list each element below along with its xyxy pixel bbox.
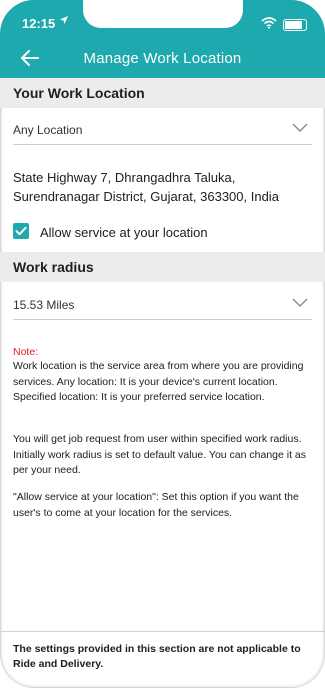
footer-note: The settings provided in this section ar… bbox=[13, 643, 301, 670]
allow-service-checkbox[interactable] bbox=[13, 223, 29, 239]
phone-frame: 12:15 Manage Work Location Your Work Loc… bbox=[0, 0, 325, 688]
section-title: Your Work Location bbox=[13, 85, 145, 101]
allow-service-label: Allow service at your location bbox=[40, 225, 208, 240]
note-paragraph: Work location is the service area from w… bbox=[13, 360, 304, 403]
radius-select-value: 15.53 Miles bbox=[13, 298, 75, 312]
section-header-work-radius: Work radius bbox=[0, 252, 325, 282]
battery-icon bbox=[283, 19, 307, 31]
section-title: Work radius bbox=[13, 259, 94, 275]
phone-notch bbox=[83, 0, 243, 28]
location-arrow-icon bbox=[59, 15, 69, 28]
note-paragraph: You will get job request from user withi… bbox=[13, 433, 307, 476]
address-line: State Highway 7, Dhrangadhra Taluka, bbox=[13, 170, 236, 185]
status-icons bbox=[261, 16, 307, 34]
checkmark-icon bbox=[15, 226, 27, 236]
note-title: Note: bbox=[13, 346, 39, 358]
section-header-work-location: Your Work Location bbox=[0, 78, 325, 108]
address-line: Surendranagar District, Gujarat, 363300,… bbox=[13, 189, 279, 204]
app-header: Manage Work Location bbox=[0, 38, 325, 80]
note-paragraph: "Allow service at your location": Set th… bbox=[13, 491, 299, 519]
wifi-icon bbox=[261, 16, 277, 34]
chevron-down-icon bbox=[292, 122, 308, 136]
location-select-value: Any Location bbox=[13, 123, 83, 137]
page-title: Manage Work Location bbox=[83, 50, 242, 67]
chevron-down-icon bbox=[292, 297, 308, 311]
status-bar: 12:15 bbox=[0, 0, 325, 38]
work-address: State Highway 7, Dhrangadhra Taluka, Sur… bbox=[13, 168, 313, 206]
status-time: 12:15 bbox=[22, 16, 56, 31]
footer-divider bbox=[0, 631, 325, 632]
radius-select[interactable]: 15.53 Miles bbox=[13, 291, 312, 320]
location-select[interactable]: Any Location bbox=[13, 116, 312, 145]
